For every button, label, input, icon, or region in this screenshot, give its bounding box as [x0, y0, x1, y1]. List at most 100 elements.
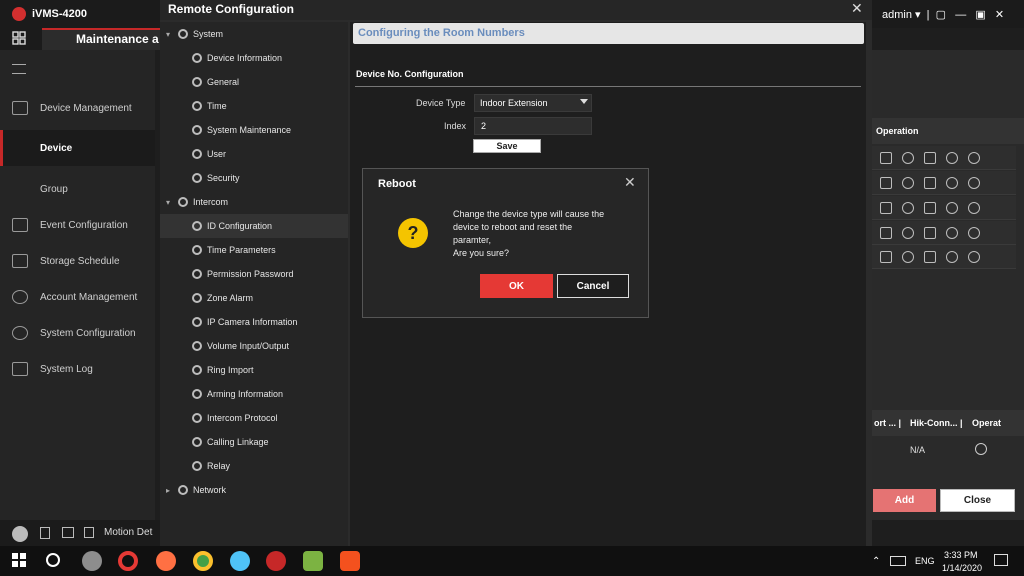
tree-item-volume-input-output[interactable]: Volume Input/Output: [160, 334, 348, 358]
edge-icon[interactable]: [230, 551, 250, 571]
opera-icon[interactable]: [118, 551, 138, 571]
chevron-up-icon[interactable]: ⌃: [872, 556, 880, 567]
refresh-icon[interactable]: [968, 226, 980, 239]
ok-button[interactable]: OK: [480, 274, 553, 298]
settings-icon[interactable]: [902, 151, 914, 164]
column-header[interactable]: Operat: [972, 418, 1001, 428]
expand-arrow-icon[interactable]: ▸: [166, 486, 176, 495]
settings-icon[interactable]: [902, 226, 914, 239]
app-icon[interactable]: [82, 551, 102, 571]
chrome-icon[interactable]: [193, 551, 213, 571]
image-icon[interactable]: [62, 527, 74, 538]
user-icon[interactable]: [946, 226, 958, 239]
camtasia-recorder-icon[interactable]: [340, 551, 360, 571]
clock-time[interactable]: 3:33 PM: [944, 550, 978, 560]
nav-storage-schedule[interactable]: Storage Schedule: [0, 243, 155, 279]
close-button[interactable]: Close: [940, 489, 1015, 512]
tree-item-ring-import[interactable]: Ring Import: [160, 358, 348, 382]
tree-item-user[interactable]: User: [160, 142, 348, 166]
tree-item-security[interactable]: Security: [160, 166, 348, 190]
device-icon[interactable]: [924, 176, 936, 189]
search-icon[interactable]: [46, 553, 60, 567]
globe-icon[interactable]: [975, 443, 987, 455]
language-indicator[interactable]: ENG: [915, 556, 935, 566]
edit-icon[interactable]: [880, 201, 892, 214]
tree-item-calling-linkage[interactable]: Calling Linkage: [160, 430, 348, 454]
tree-item-time[interactable]: Time: [160, 94, 348, 118]
expand-arrow-icon[interactable]: ▾: [166, 30, 176, 39]
cancel-button[interactable]: Cancel: [557, 274, 629, 298]
expand-arrow-icon[interactable]: ▾: [166, 198, 176, 207]
close-icon[interactable]: ✕: [851, 0, 863, 17]
tree-item-permission-password[interactable]: Permission Password: [160, 262, 348, 286]
user-menu[interactable]: admin ▾ | ▢ — ▣ ✕: [882, 8, 1004, 21]
tree-item-zone-alarm[interactable]: Zone Alarm: [160, 286, 348, 310]
speaker-icon[interactable]: [84, 527, 94, 538]
user-icon[interactable]: [946, 201, 958, 214]
tree-item-intercom-protocol[interactable]: Intercom Protocol: [160, 406, 348, 430]
tree-item-arming-information[interactable]: Arming Information: [160, 382, 348, 406]
notification-icon[interactable]: [994, 554, 1008, 566]
tree-item-relay[interactable]: Relay: [160, 454, 348, 478]
tree-label: Ring Import: [207, 365, 254, 375]
gear-icon: [192, 77, 202, 87]
grid-menu-icon[interactable]: [12, 31, 26, 45]
add-button[interactable]: Add: [873, 489, 936, 512]
tree-item-network[interactable]: ▸ Network: [160, 478, 348, 502]
edit-icon[interactable]: [880, 250, 892, 263]
tree-item-id-configuration[interactable]: ID Configuration: [160, 214, 348, 238]
device-type-select[interactable]: Indoor Extension: [474, 94, 592, 112]
hamburger-icon[interactable]: [12, 64, 26, 74]
tree-item-ip-camera-information[interactable]: IP Camera Information: [160, 310, 348, 334]
nav-system-configuration[interactable]: System Configuration: [0, 315, 155, 351]
settings-icon[interactable]: [902, 176, 914, 189]
tree-item-time-parameters[interactable]: Time Parameters: [160, 238, 348, 262]
clock-date[interactable]: 1/14/2020: [942, 563, 982, 573]
nav-device-management[interactable]: Device Management: [0, 90, 155, 126]
edit-icon[interactable]: [880, 151, 892, 164]
keyboard-icon[interactable]: [890, 556, 906, 566]
close-icon[interactable]: ✕: [624, 174, 636, 191]
alarm-icon[interactable]: [12, 526, 28, 542]
save-button[interactable]: Save: [473, 139, 541, 153]
chevron-down-icon[interactable]: [580, 99, 588, 104]
index-input[interactable]: [474, 117, 592, 135]
settings-icon[interactable]: [902, 201, 914, 214]
user-icon[interactable]: [946, 250, 958, 263]
edit-icon[interactable]: [880, 176, 892, 189]
column-header[interactable]: ort ... |: [874, 418, 901, 428]
left-nav: Device Management Device Group Event Con…: [0, 50, 155, 520]
camtasia-icon[interactable]: [303, 551, 323, 571]
tree-item-general[interactable]: General: [160, 70, 348, 94]
refresh-icon[interactable]: [968, 176, 980, 189]
firefox-icon[interactable]: [156, 551, 176, 571]
nav-account-management[interactable]: Account Management: [0, 279, 155, 315]
tree-item-system-maintenance[interactable]: System Maintenance: [160, 118, 348, 142]
device-icon[interactable]: [924, 201, 936, 214]
windows-icon[interactable]: [12, 553, 26, 567]
column-header[interactable]: Hik-Conn... |: [910, 418, 963, 428]
device-icon[interactable]: [924, 151, 936, 164]
trash-icon[interactable]: [40, 527, 50, 539]
tree-item-intercom[interactable]: ▾ Intercom: [160, 190, 348, 214]
tree-item-device-information[interactable]: Device Information: [160, 46, 348, 70]
user-icon[interactable]: [946, 151, 958, 164]
nav-group[interactable]: Group: [0, 171, 155, 207]
index-label: Index: [444, 121, 467, 131]
refresh-icon[interactable]: [968, 151, 980, 164]
device-icon[interactable]: [924, 226, 936, 239]
nav-event-configuration[interactable]: Event Configuration: [0, 207, 155, 243]
settings-icon[interactable]: [902, 250, 914, 263]
nav-system-log[interactable]: System Log: [0, 351, 155, 387]
table-row: [872, 221, 1016, 245]
user-icon[interactable]: [946, 176, 958, 189]
refresh-icon[interactable]: [968, 201, 980, 214]
device-icon[interactable]: [924, 250, 936, 263]
device-management-icon: [12, 101, 28, 115]
tree-item-system[interactable]: ▾ System: [160, 22, 348, 46]
ivms-icon[interactable]: [266, 551, 286, 571]
refresh-icon[interactable]: [968, 250, 980, 263]
nav-device[interactable]: Device: [0, 130, 155, 166]
gear-icon: [192, 245, 202, 255]
edit-icon[interactable]: [880, 226, 892, 239]
